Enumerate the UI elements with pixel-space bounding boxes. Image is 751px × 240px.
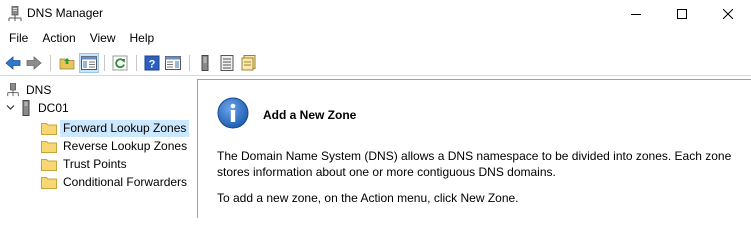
maximize-button[interactable] — [659, 0, 705, 28]
dns-root-icon — [6, 82, 20, 97]
menu-bar: File Action View Help — [0, 28, 751, 49]
refresh-icon[interactable] — [110, 53, 130, 73]
window-title: DNS Manager — [27, 6, 104, 20]
page-title: Add a New Zone — [263, 108, 357, 122]
console-tree: DNS DC01 Forward Lookup Zones Reverse Lo… — [0, 79, 198, 218]
back-arrow-icon[interactable] — [3, 53, 23, 73]
close-button[interactable] — [705, 0, 751, 28]
tree-label-server: DC01 — [38, 100, 69, 115]
details-pane: Add a New Zone The Domain Name System (D… — [198, 79, 751, 218]
tree-label-reverse-lookup-zones: Reverse Lookup Zones — [63, 138, 188, 153]
tree-node-reverse-lookup-zones[interactable]: Reverse Lookup Zones — [41, 137, 190, 155]
list-view-icon[interactable] — [217, 53, 237, 73]
folder-icon — [41, 122, 57, 135]
instruction-text: To add a new zone, on the Action menu, c… — [217, 191, 519, 205]
menu-help[interactable]: Help — [123, 28, 162, 49]
info-icon — [217, 97, 249, 129]
tree-label-trust-points: Trust Points — [63, 156, 127, 171]
tree-label-conditional-forwarders: Conditional Forwarders — [63, 174, 188, 189]
server-icon — [21, 100, 31, 116]
tree-label-dns: DNS — [26, 82, 52, 97]
up-folder-icon[interactable] — [57, 53, 77, 73]
help-icon[interactable]: ? — [142, 53, 162, 73]
tree-node-server[interactable]: DC01 — [6, 99, 72, 117]
forward-arrow-icon[interactable] — [24, 53, 44, 73]
properties-icon[interactable] — [239, 53, 259, 73]
chevron-down-icon[interactable] — [6, 101, 16, 115]
description-text: The Domain Name System (DNS) allows a DN… — [217, 149, 732, 179]
svg-text:?: ? — [149, 59, 156, 71]
folder-icon — [41, 158, 57, 171]
show-hide-console-tree-icon[interactable] — [79, 53, 99, 73]
tree-label-forward-lookup-zones: Forward Lookup Zones — [60, 119, 190, 137]
tree-node-conditional-forwarders[interactable]: Conditional Forwarders — [41, 173, 190, 191]
show-hide-action-pane-icon[interactable] — [163, 53, 183, 73]
tree-node-forward-lookup-zones[interactable]: Forward Lookup Zones — [41, 119, 190, 137]
menu-view[interactable]: View — [83, 28, 123, 49]
tree-node-trust-points[interactable]: Trust Points — [41, 155, 130, 173]
minimize-button[interactable] — [613, 0, 659, 28]
title-bar: DNS Manager — [0, 0, 751, 28]
menu-file[interactable]: File — [0, 28, 35, 49]
tree-node-dns-root[interactable]: DNS — [6, 81, 54, 99]
dns-manager-app-icon — [8, 5, 22, 22]
server-icon[interactable] — [195, 53, 215, 73]
folder-icon — [41, 140, 57, 153]
toolbar: ? — [0, 51, 751, 76]
menu-action[interactable]: Action — [35, 28, 82, 49]
folder-icon — [41, 176, 57, 189]
